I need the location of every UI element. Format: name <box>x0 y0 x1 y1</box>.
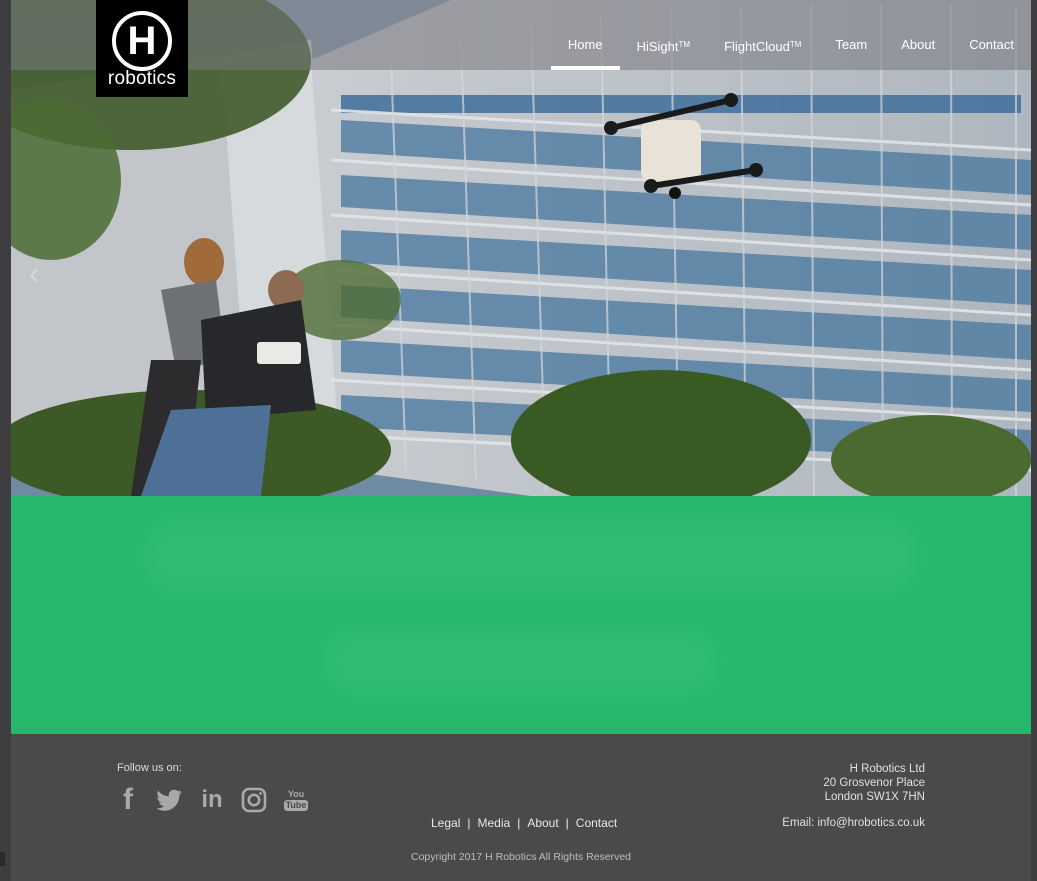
page-edge-left <box>0 0 11 881</box>
nav-home-label: Home <box>567 37 603 52</box>
page-edge-right <box>1031 0 1037 881</box>
nav-contact[interactable]: Contact <box>952 0 1031 70</box>
nav-about-label: About <box>901 37 936 52</box>
copyright-notice: Copyright 2017 H Robotics All Rights Res… <box>410 851 632 863</box>
nav-flightcloud[interactable]: FlightCloudTM <box>707 0 818 70</box>
email-link[interactable]: info@hrobotics.co.uk <box>817 817 925 829</box>
chevron-left-icon[interactable]: ‹ <box>29 257 39 291</box>
follow-us-label: Follow us on: <box>117 762 182 774</box>
address-line-2: London SW1X 7HN <box>824 791 925 803</box>
twitter-icon[interactable] <box>157 786 183 814</box>
nav-hisight-label: HiSight <box>636 39 679 54</box>
nav-team[interactable]: Team <box>818 0 884 70</box>
nav-about[interactable]: About <box>884 0 952 70</box>
footer-link-about[interactable]: About <box>527 816 558 830</box>
site-footer: Follow us on: f in You Tube Legal | Media… <box>11 734 1031 881</box>
linkedin-icon[interactable]: in <box>199 786 225 814</box>
contact-email: Email: info@hrobotics.co.uk <box>782 817 925 829</box>
logo-wordmark: robotics <box>107 68 177 89</box>
instagram-icon[interactable] <box>241 786 267 814</box>
trademark-mark: TM <box>678 40 691 49</box>
facebook-icon[interactable]: f <box>115 783 141 816</box>
logo-h-mark: H <box>112 11 172 71</box>
blurred-text-area <box>321 626 721 696</box>
trademark-mark: TM <box>789 40 802 49</box>
footer-link-media[interactable]: Media <box>478 816 511 830</box>
company-address: H Robotics Ltd 20 Grosvenor Place London… <box>823 762 925 804</box>
link-separator: | <box>467 816 471 830</box>
link-separator: | <box>517 816 521 830</box>
nav-flightcloud-label: FlightCloud <box>724 39 790 54</box>
footer-link-legal[interactable]: Legal <box>431 816 460 830</box>
brand-logo[interactable]: H robotics <box>96 0 188 97</box>
social-links: f in You Tube <box>115 783 309 816</box>
blurred-text-area <box>141 516 921 596</box>
page-corner-mark <box>0 852 5 866</box>
page: Home HiSightTM FlightCloudTM Team About … <box>0 0 1037 881</box>
company-name: H Robotics Ltd <box>849 763 925 775</box>
nav-team-label: Team <box>835 37 868 52</box>
address-line-1: 20 Grosvenor Place <box>823 777 925 789</box>
nav-home[interactable]: Home <box>550 0 620 70</box>
green-content-band <box>11 496 1031 734</box>
link-separator: | <box>565 816 569 830</box>
main-navigation: Home HiSightTM FlightCloudTM Team About … <box>550 0 1031 70</box>
footer-link-contact[interactable]: Contact <box>576 816 617 830</box>
email-label: Email: <box>782 817 818 829</box>
nav-hisight[interactable]: HiSightTM <box>620 0 707 70</box>
nav-contact-label: Contact <box>969 37 1014 52</box>
footer-links: Legal | Media | About | Contact <box>431 816 617 830</box>
youtube-icon[interactable]: You Tube <box>283 786 309 814</box>
